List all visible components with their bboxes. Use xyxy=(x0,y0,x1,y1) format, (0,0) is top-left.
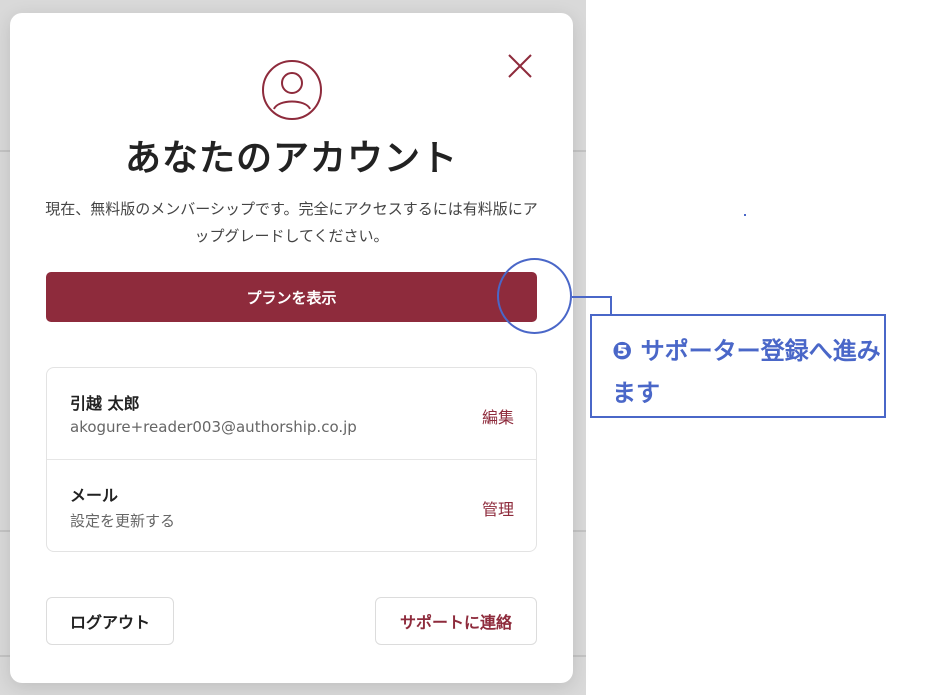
mail-row: メール 設定を更新する 管理 xyxy=(47,460,536,551)
account-modal: あなたのアカウント 現在、無料版のメンバーシップです。完全にアクセスするには有料… xyxy=(10,13,573,683)
close-button[interactable] xyxy=(505,51,535,81)
annotation-callout: ❺ サポーター登録へ進みます xyxy=(590,314,886,418)
annotation-dot xyxy=(744,214,746,216)
user-avatar-icon xyxy=(261,59,323,121)
profile-row: 引越 太郎 akogure+reader003@authorship.co.jp… xyxy=(47,368,536,460)
annotation-text: ❺ サポーター登録へ進みます xyxy=(612,337,881,407)
logout-button[interactable]: ログアウト xyxy=(46,597,174,645)
profile-name: 引越 太郎 xyxy=(70,394,140,413)
mail-title: メール xyxy=(70,486,119,505)
membership-description: 現在、無料版のメンバーシップです。完全にアクセスするには有料版にアップグレードし… xyxy=(45,200,538,245)
annotation-connector xyxy=(572,296,612,298)
account-info-card: 引越 太郎 akogure+reader003@authorship.co.jp… xyxy=(46,367,537,552)
profile-email: akogure+reader003@authorship.co.jp xyxy=(70,418,357,436)
annotation-connector xyxy=(610,296,612,316)
manage-mail-link[interactable]: 管理 xyxy=(482,496,514,520)
mail-subtitle: 設定を更新する xyxy=(70,512,176,530)
page-title: あなたのアカウント xyxy=(124,138,458,179)
edit-profile-link[interactable]: 編集 xyxy=(482,404,514,428)
view-plans-button[interactable]: プランを表示 xyxy=(46,272,537,322)
close-icon xyxy=(508,54,532,78)
contact-support-button[interactable]: サポートに連絡 xyxy=(375,597,537,645)
annotation-highlight-circle xyxy=(497,258,572,334)
